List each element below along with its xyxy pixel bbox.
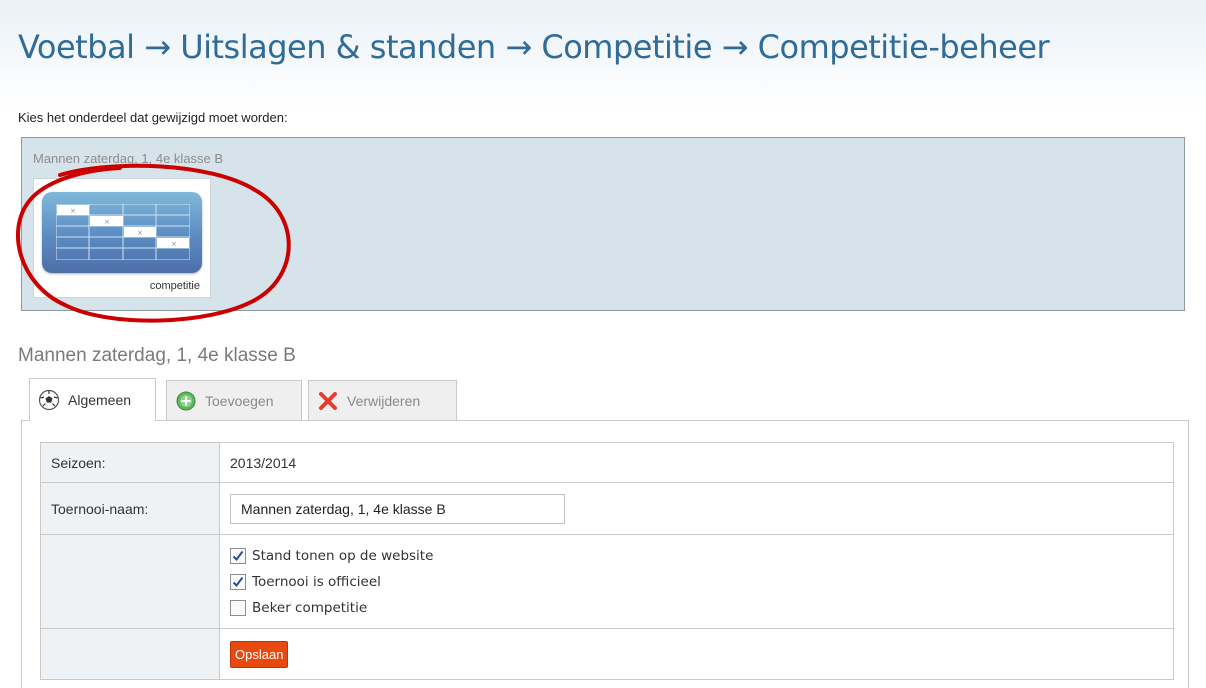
tab-toevoegen[interactable]: Toevoegen [166,380,302,420]
tab-algemeen[interactable]: Algemeen [29,378,156,421]
cup-checkbox[interactable] [230,599,246,616]
competitie-tile-label: competitie [149,280,200,292]
show-standings-checkbox[interactable] [230,547,246,564]
add-icon [175,390,197,412]
show-standings-label: Stand tonen op de website [252,547,434,564]
delete-icon [317,390,339,412]
tab-verwijderen[interactable]: Verwijderen [308,380,457,420]
page-title: Voetbal → Uitslagen & standen → Competit… [18,28,1050,66]
season-value: 2013/2014 [219,442,1174,483]
option-show-standings[interactable]: Stand tonen op de website [230,543,1173,569]
season-label: Seizoen: [40,442,220,483]
competition-table-icon: × × × × [42,192,202,273]
tournament-name-row: Toernooi-naam: [40,482,1174,535]
official-label: Toernooi is officieel [252,573,381,590]
tournament-name-label: Toernooi-naam: [40,482,220,535]
svg-text:×: × [171,240,177,248]
section-heading: Mannen zaterdag, 1, 4e klasse B [18,345,296,366]
cup-label: Beker competitie [252,599,368,616]
competitie-tile[interactable]: × × × × competitie [33,178,211,298]
tab-algemeen-label: Algemeen [68,392,132,408]
official-checkbox[interactable] [230,573,246,590]
component-selector-panel: Mannen zaterdag, 1, 4e klasse B × × × × [21,137,1185,311]
save-button[interactable]: Opslaan [230,640,289,668]
season-row: Seizoen: 2013/2014 [40,442,1174,483]
algemeen-tab-panel: Seizoen: 2013/2014 Toernooi-naam: Stand … [21,420,1189,688]
selection-instruction: Kies het onderdeel dat gewijzigd moet wo… [18,110,288,125]
save-row: Opslaan [40,628,1174,680]
svg-text:×: × [137,229,143,237]
tab-toevoegen-label: Toevoegen [205,392,274,409]
option-official[interactable]: Toernooi is officieel [230,569,1173,595]
settings-form-table: Seizoen: 2013/2014 Toernooi-naam: Stand … [40,442,1174,680]
svg-text:×: × [70,207,76,215]
tournament-name-input[interactable] [230,493,565,524]
page-header: Voetbal → Uitslagen & standen → Competit… [0,0,1206,110]
football-icon [38,389,60,411]
tab-verwijderen-label: Verwijderen [347,392,421,409]
options-row: Stand tonen op de website Toernooi is of… [40,534,1174,629]
competition-group-label: Mannen zaterdag, 1, 4e klasse B [33,151,224,166]
svg-text:×: × [104,218,110,226]
option-cup[interactable]: Beker competitie [230,595,1173,621]
